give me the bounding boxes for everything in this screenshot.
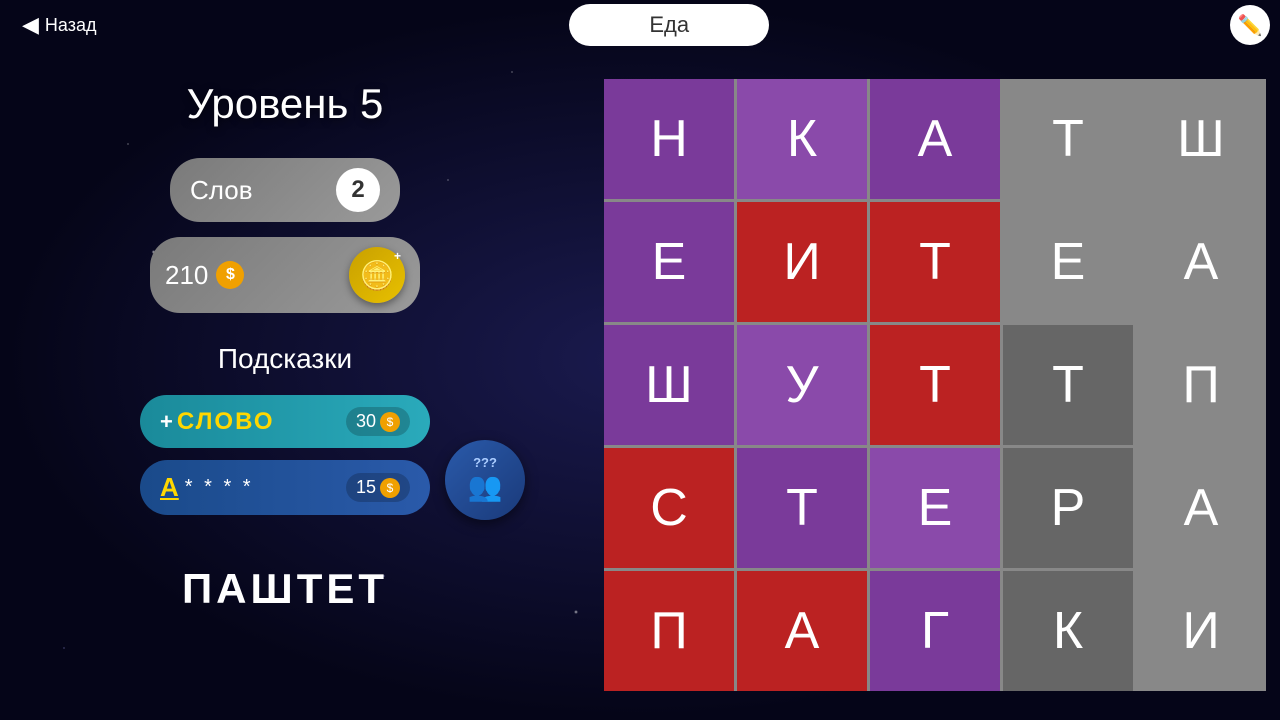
coin-symbol: $ [216, 261, 244, 289]
grid-cell-3[interactable]: Т [1003, 79, 1133, 199]
hint-word-cost-coin: $ [380, 412, 400, 432]
grid-cell-9[interactable]: А [1136, 202, 1266, 322]
grid-cell-17[interactable]: Е [870, 448, 1000, 568]
hints-label: Подсказки [218, 343, 352, 375]
coins-amount: 210 $ [165, 260, 244, 291]
grid-cell-20[interactable]: П [604, 571, 734, 691]
grid-cell-24[interactable]: И [1136, 571, 1266, 691]
answer-word: ПАШТЕТ [182, 565, 388, 613]
grid-cell-6[interactable]: И [737, 202, 867, 322]
hint-word-cost-value: 30 [356, 411, 376, 432]
grid-cell-22[interactable]: Г [870, 571, 1000, 691]
grid-cell-0[interactable]: Н [604, 79, 734, 199]
hint-plus-icon: + [160, 409, 173, 435]
grid-cell-2[interactable]: А [870, 79, 1000, 199]
grid-cell-14[interactable]: П [1136, 325, 1266, 445]
words-count: 2 [336, 168, 380, 212]
social-friends-icon: 👥 [468, 470, 503, 503]
hint-letter-a: А [160, 472, 179, 503]
grid-cell-19[interactable]: А [1136, 448, 1266, 568]
coins-value: 210 [165, 260, 208, 291]
add-word-hint-left: + СЛОВО [160, 408, 275, 436]
level-title: Уровень 5 [187, 80, 384, 128]
header: ◀ Назад Еда ✏️ [0, 0, 1280, 50]
grid-cell-4[interactable]: Ш [1136, 79, 1266, 199]
grid-cell-16[interactable]: Т [737, 448, 867, 568]
grid-cell-23[interactable]: К [1003, 571, 1133, 691]
hint-icon-button[interactable]: ✏️ [1230, 5, 1270, 45]
hint-icon: ✏️ [1238, 13, 1263, 38]
hint-dots: * * * * [185, 476, 254, 499]
back-arrow-icon: ◀ [22, 12, 39, 38]
left-panel: Уровень 5 Слов 2 210 $ 🪙 Подсказки + СЛО… [0, 50, 570, 720]
grid-cell-11[interactable]: У [737, 325, 867, 445]
back-button[interactable]: ◀ Назад [10, 4, 109, 46]
grid-cell-13[interactable]: Т [1003, 325, 1133, 445]
hint-letter-cost-coin: $ [380, 478, 400, 498]
category-bar: Еда [109, 4, 1231, 46]
grid-cell-21[interactable]: А [737, 571, 867, 691]
words-label: Слов [190, 175, 253, 206]
social-question-mark: ??? [473, 455, 497, 470]
hint-word-text: СЛОВО [177, 408, 275, 436]
add-coins-button[interactable]: 🪙 [349, 247, 405, 303]
letter-grid: НКАТШЕИТЕАШУТТПСТЕРАПАГКИ [604, 79, 1266, 691]
hint-letter-cost: 15 $ [346, 473, 410, 502]
grid-cell-18[interactable]: Р [1003, 448, 1133, 568]
grid-cell-15[interactable]: С [604, 448, 734, 568]
right-panel: НКАТШЕИТЕАШУТТПСТЕРАПАГКИ [590, 50, 1280, 720]
hint-word-cost: 30 $ [346, 407, 410, 436]
back-label: Назад [45, 15, 97, 36]
category-pill: Еда [569, 4, 769, 46]
hint-letter-content: А * * * * [160, 472, 254, 503]
hint-letter-cost-value: 15 [356, 477, 376, 498]
grid-cell-10[interactable]: Ш [604, 325, 734, 445]
add-word-hint-button[interactable]: + СЛОВО 30 $ [140, 395, 430, 448]
grid-cell-7[interactable]: Т [870, 202, 1000, 322]
social-hint-button[interactable]: ??? 👥 [445, 440, 525, 520]
coins-badge: 210 $ 🪙 [150, 237, 420, 313]
grid-cell-12[interactable]: Т [870, 325, 1000, 445]
letter-hint-button[interactable]: А * * * * 15 $ [140, 460, 430, 515]
grid-cell-8[interactable]: Е [1003, 202, 1133, 322]
grid-cell-5[interactable]: Е [604, 202, 734, 322]
words-badge: Слов 2 [170, 158, 400, 222]
grid-cell-1[interactable]: К [737, 79, 867, 199]
coin-stack-icon: 🪙 [360, 259, 395, 292]
